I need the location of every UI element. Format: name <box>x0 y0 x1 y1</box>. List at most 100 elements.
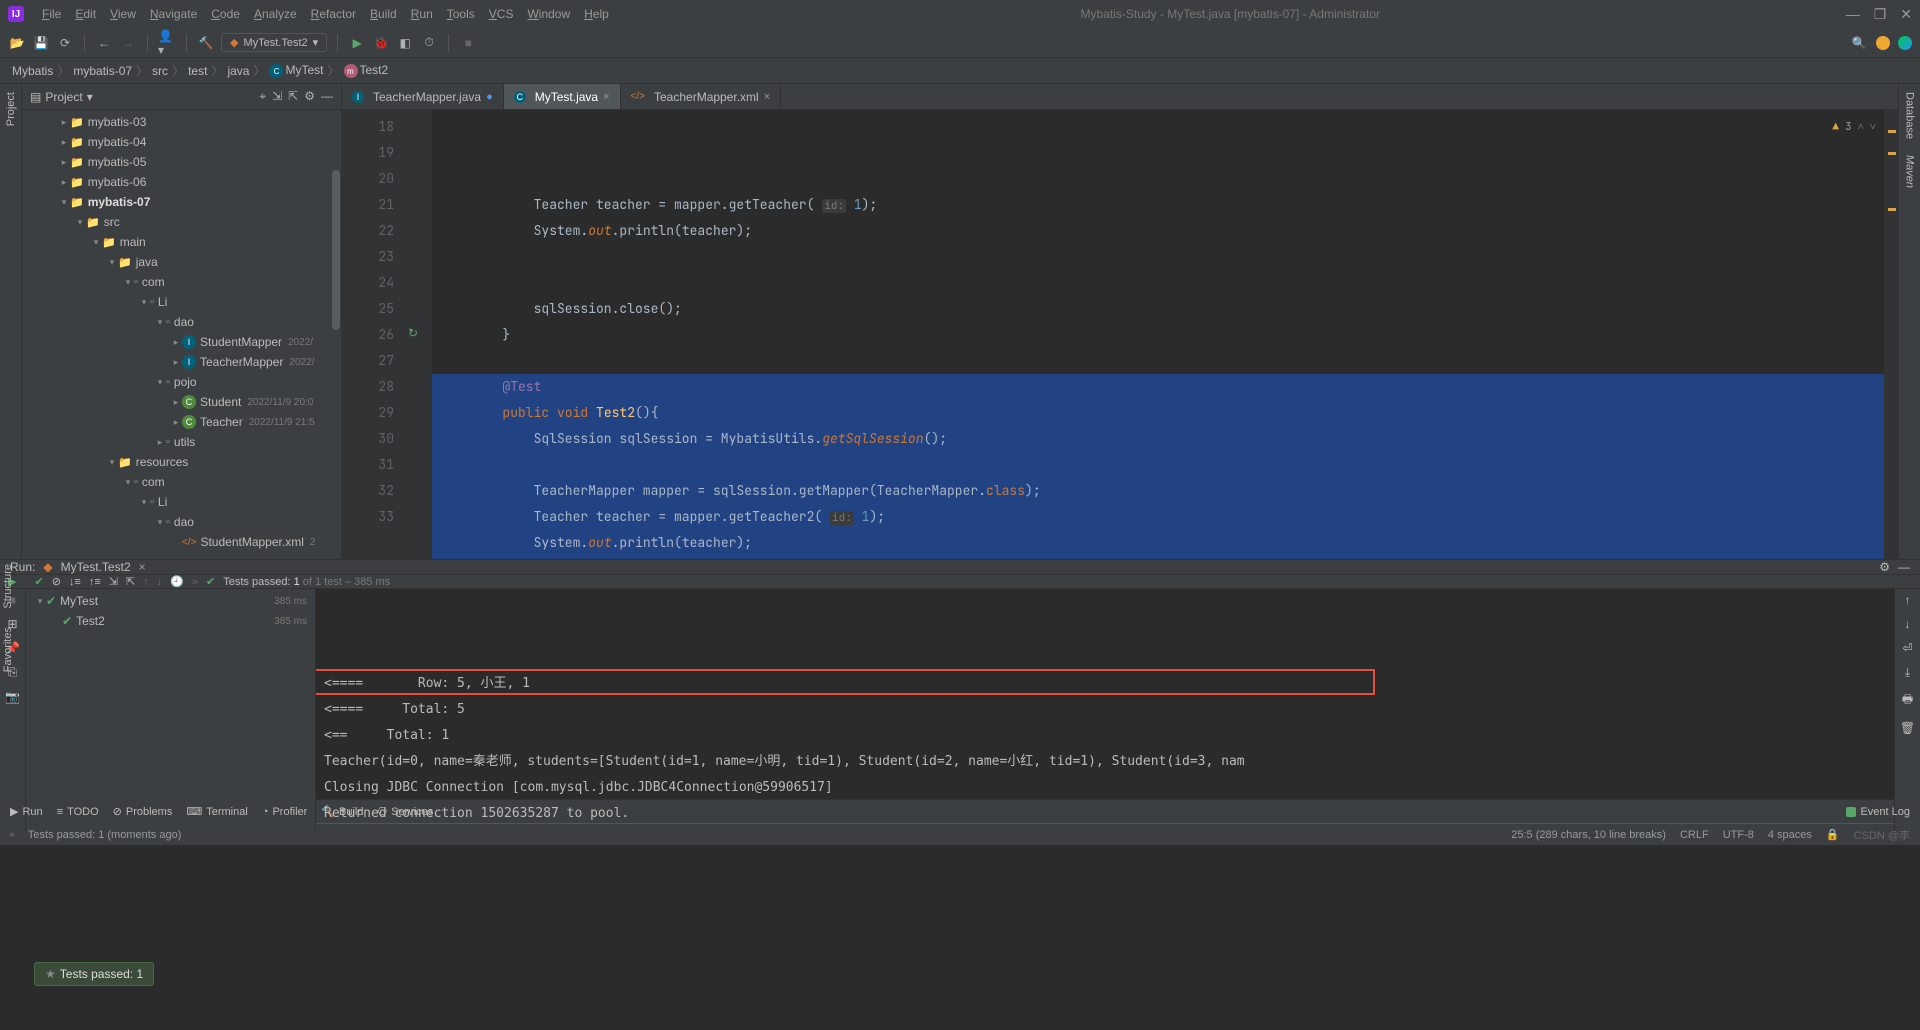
breadcrumb-item[interactable]: CMyTest <box>269 63 323 79</box>
code-line[interactable]: System.out.println(teacher); <box>432 218 1884 244</box>
code-line[interactable] <box>432 556 1884 559</box>
tree-item[interactable]: ▾▫pojo <box>22 372 341 392</box>
code-line[interactable] <box>432 244 1884 270</box>
inspections-widget[interactable]: ▲ 3 ˄ ˅ <box>1832 114 1876 140</box>
tree-item[interactable]: ▾📁main <box>22 232 341 252</box>
menu-navigate[interactable]: Navigate <box>144 5 203 23</box>
editor-tab[interactable]: </>TeacherMapper.xml× <box>621 84 782 109</box>
tree-item[interactable]: ▾📁java <box>22 252 341 272</box>
gear-icon[interactable]: ⚙ <box>1879 560 1890 574</box>
tree-item[interactable]: ▾▫com <box>22 472 341 492</box>
toggle-ignored-icon[interactable]: ⊘ <box>52 575 61 588</box>
tree-item[interactable]: ▸📁mybatis-04 <box>22 132 341 152</box>
collapse-all-icon[interactable]: ⇱ <box>288 89 298 104</box>
next-icon[interactable]: ↓ <box>157 576 163 588</box>
tree-item[interactable]: ▾▫dao <box>22 512 341 532</box>
chevron-down-icon[interactable]: ˅ <box>1870 114 1876 140</box>
hide-icon[interactable]: — <box>1898 560 1910 574</box>
soft-wrap-icon[interactable]: ⏎ <box>1902 641 1912 655</box>
up-icon[interactable]: ↑ <box>1905 593 1911 607</box>
tree-item[interactable]: ▾📁src <box>22 212 341 232</box>
test-tree-item[interactable]: ▾✔MyTest385 ms <box>26 591 315 611</box>
close-tab-icon[interactable]: × <box>764 91 770 103</box>
collapse-all-icon[interactable]: ⇱ <box>126 575 135 588</box>
code-line[interactable]: } <box>432 322 1884 348</box>
breadcrumb-item[interactable]: java <box>227 64 249 78</box>
clear-icon[interactable]: 🗑 <box>1900 721 1915 735</box>
code-line[interactable]: Teacher teacher = mapper.getTeacher2( id… <box>432 504 1884 530</box>
stop-icon[interactable]: ■ <box>459 34 477 52</box>
code-with-me-icon[interactable] <box>1898 36 1912 50</box>
tree-item[interactable]: ▸▫utils <box>22 432 341 452</box>
build-hammer-icon[interactable]: 🔨 <box>197 34 215 52</box>
tree-item[interactable]: ▾📁mybatis-07 <box>22 192 341 212</box>
tree-scrollbar-track[interactable] <box>331 110 341 559</box>
maven-tool-button[interactable]: Maven <box>1904 151 1916 192</box>
history-icon[interactable]: 🕘 <box>170 575 184 588</box>
menu-code[interactable]: Code <box>205 5 246 23</box>
code-line[interactable]: System.out.println(teacher); <box>432 530 1884 556</box>
test-tree[interactable]: ▾✔MyTest385 ms✔Test2385 ms <box>26 589 316 831</box>
debug-icon[interactable]: 🐞 <box>372 34 390 52</box>
close-icon[interactable]: ✕ <box>1900 6 1912 23</box>
close-tab-icon[interactable]: × <box>139 560 146 574</box>
code-editor[interactable]: ▲ 3 ˄ ˅ Teacher teacher = mapper.getTeac… <box>432 110 1884 559</box>
toggle-pass-icon[interactable]: ✔ <box>34 575 43 588</box>
menu-tools[interactable]: Tools <box>441 5 481 23</box>
profile-icon[interactable]: ⏱ <box>420 34 438 52</box>
close-tab-icon[interactable]: ● <box>486 91 493 103</box>
tree-item[interactable]: ▸📁mybatis-05 <box>22 152 341 172</box>
test-tree-item[interactable]: ✔Test2385 ms <box>26 611 315 631</box>
close-tab-icon[interactable]: × <box>603 91 609 103</box>
camera-icon[interactable]: 📷 <box>5 690 20 704</box>
tree-item[interactable]: ▸IStudentMapper2022/ <box>22 332 341 352</box>
menu-help[interactable]: Help <box>578 5 615 23</box>
code-line[interactable] <box>432 270 1884 296</box>
tree-item[interactable]: ▾▫Li <box>22 492 341 512</box>
ide-update-icon[interactable] <box>1876 36 1890 50</box>
favorites-tool-button[interactable]: Favorites <box>2 623 14 676</box>
tree-item[interactable]: ▸CStudent2022/11/9 20:0 <box>22 392 341 412</box>
bottom-tool-terminal[interactable]: ⌨Terminal <box>186 805 247 818</box>
breadcrumb-item[interactable]: mTest2 <box>344 63 389 79</box>
back-icon[interactable]: ← <box>95 34 113 52</box>
tree-item[interactable]: ▾▫dao <box>22 312 341 332</box>
tree-scrollbar-thumb[interactable] <box>332 170 340 330</box>
code-line[interactable] <box>432 348 1884 374</box>
gear-icon[interactable]: ⚙ <box>304 89 315 104</box>
open-icon[interactable]: 📂 <box>8 34 26 52</box>
code-line[interactable]: @Test <box>432 374 1884 400</box>
breadcrumb-item[interactable]: test <box>188 64 207 78</box>
tree-item[interactable]: ▸📁mybatis-06 <box>22 172 341 192</box>
breadcrumb-item[interactable]: src <box>152 64 168 78</box>
menu-build[interactable]: Build <box>364 5 403 23</box>
tree-item[interactable]: ▾📁resources <box>22 452 341 472</box>
tree-item[interactable]: </>StudentMapper.xml2 <box>22 532 341 552</box>
coverage-icon[interactable]: ◧ <box>396 34 414 52</box>
expand-all-icon[interactable]: ⇲ <box>109 575 118 588</box>
save-icon[interactable]: 💾 <box>32 34 50 52</box>
run-config-tab[interactable]: MyTest.Test2 <box>61 560 131 574</box>
run-config-selector[interactable]: ◆ MyTest.Test2 ▾ <box>221 33 327 52</box>
code-line[interactable] <box>432 452 1884 478</box>
project-tree[interactable]: ▸📁mybatis-03▸📁mybatis-04▸📁mybatis-05▸📁my… <box>22 110 341 559</box>
menu-refactor[interactable]: Refactor <box>305 5 362 23</box>
chevron-up-icon[interactable]: ˄ <box>1858 114 1864 140</box>
bottom-tool-profiler[interactable]: ◔Profiler <box>262 806 308 818</box>
project-tool-button[interactable]: Project <box>5 88 17 130</box>
expand-all-icon[interactable]: ⇲ <box>272 89 282 104</box>
tree-item[interactable]: ▸📁mybatis-03 <box>22 112 341 132</box>
project-panel-title[interactable]: ▤ Project ▾ <box>30 90 259 104</box>
menu-file[interactable]: File <box>36 5 67 23</box>
tree-item[interactable]: ▸CTeacher2022/11/9 21:5 <box>22 412 341 432</box>
prev-icon[interactable]: ↑ <box>143 576 149 588</box>
bottom-tool-todo[interactable]: ≡TODO <box>57 806 99 818</box>
forward-icon[interactable]: → <box>119 34 137 52</box>
status-icon[interactable]: ▫ <box>10 829 14 841</box>
breadcrumb-item[interactable]: mybatis-07 <box>73 64 132 78</box>
locate-icon[interactable]: ⌖ <box>259 89 266 104</box>
bottom-tool-run[interactable]: ▶Run <box>10 805 43 818</box>
sort-icon[interactable]: ↓≡ <box>69 576 81 588</box>
menu-run[interactable]: Run <box>405 5 439 23</box>
maximize-icon[interactable]: ❐ <box>1874 6 1887 23</box>
